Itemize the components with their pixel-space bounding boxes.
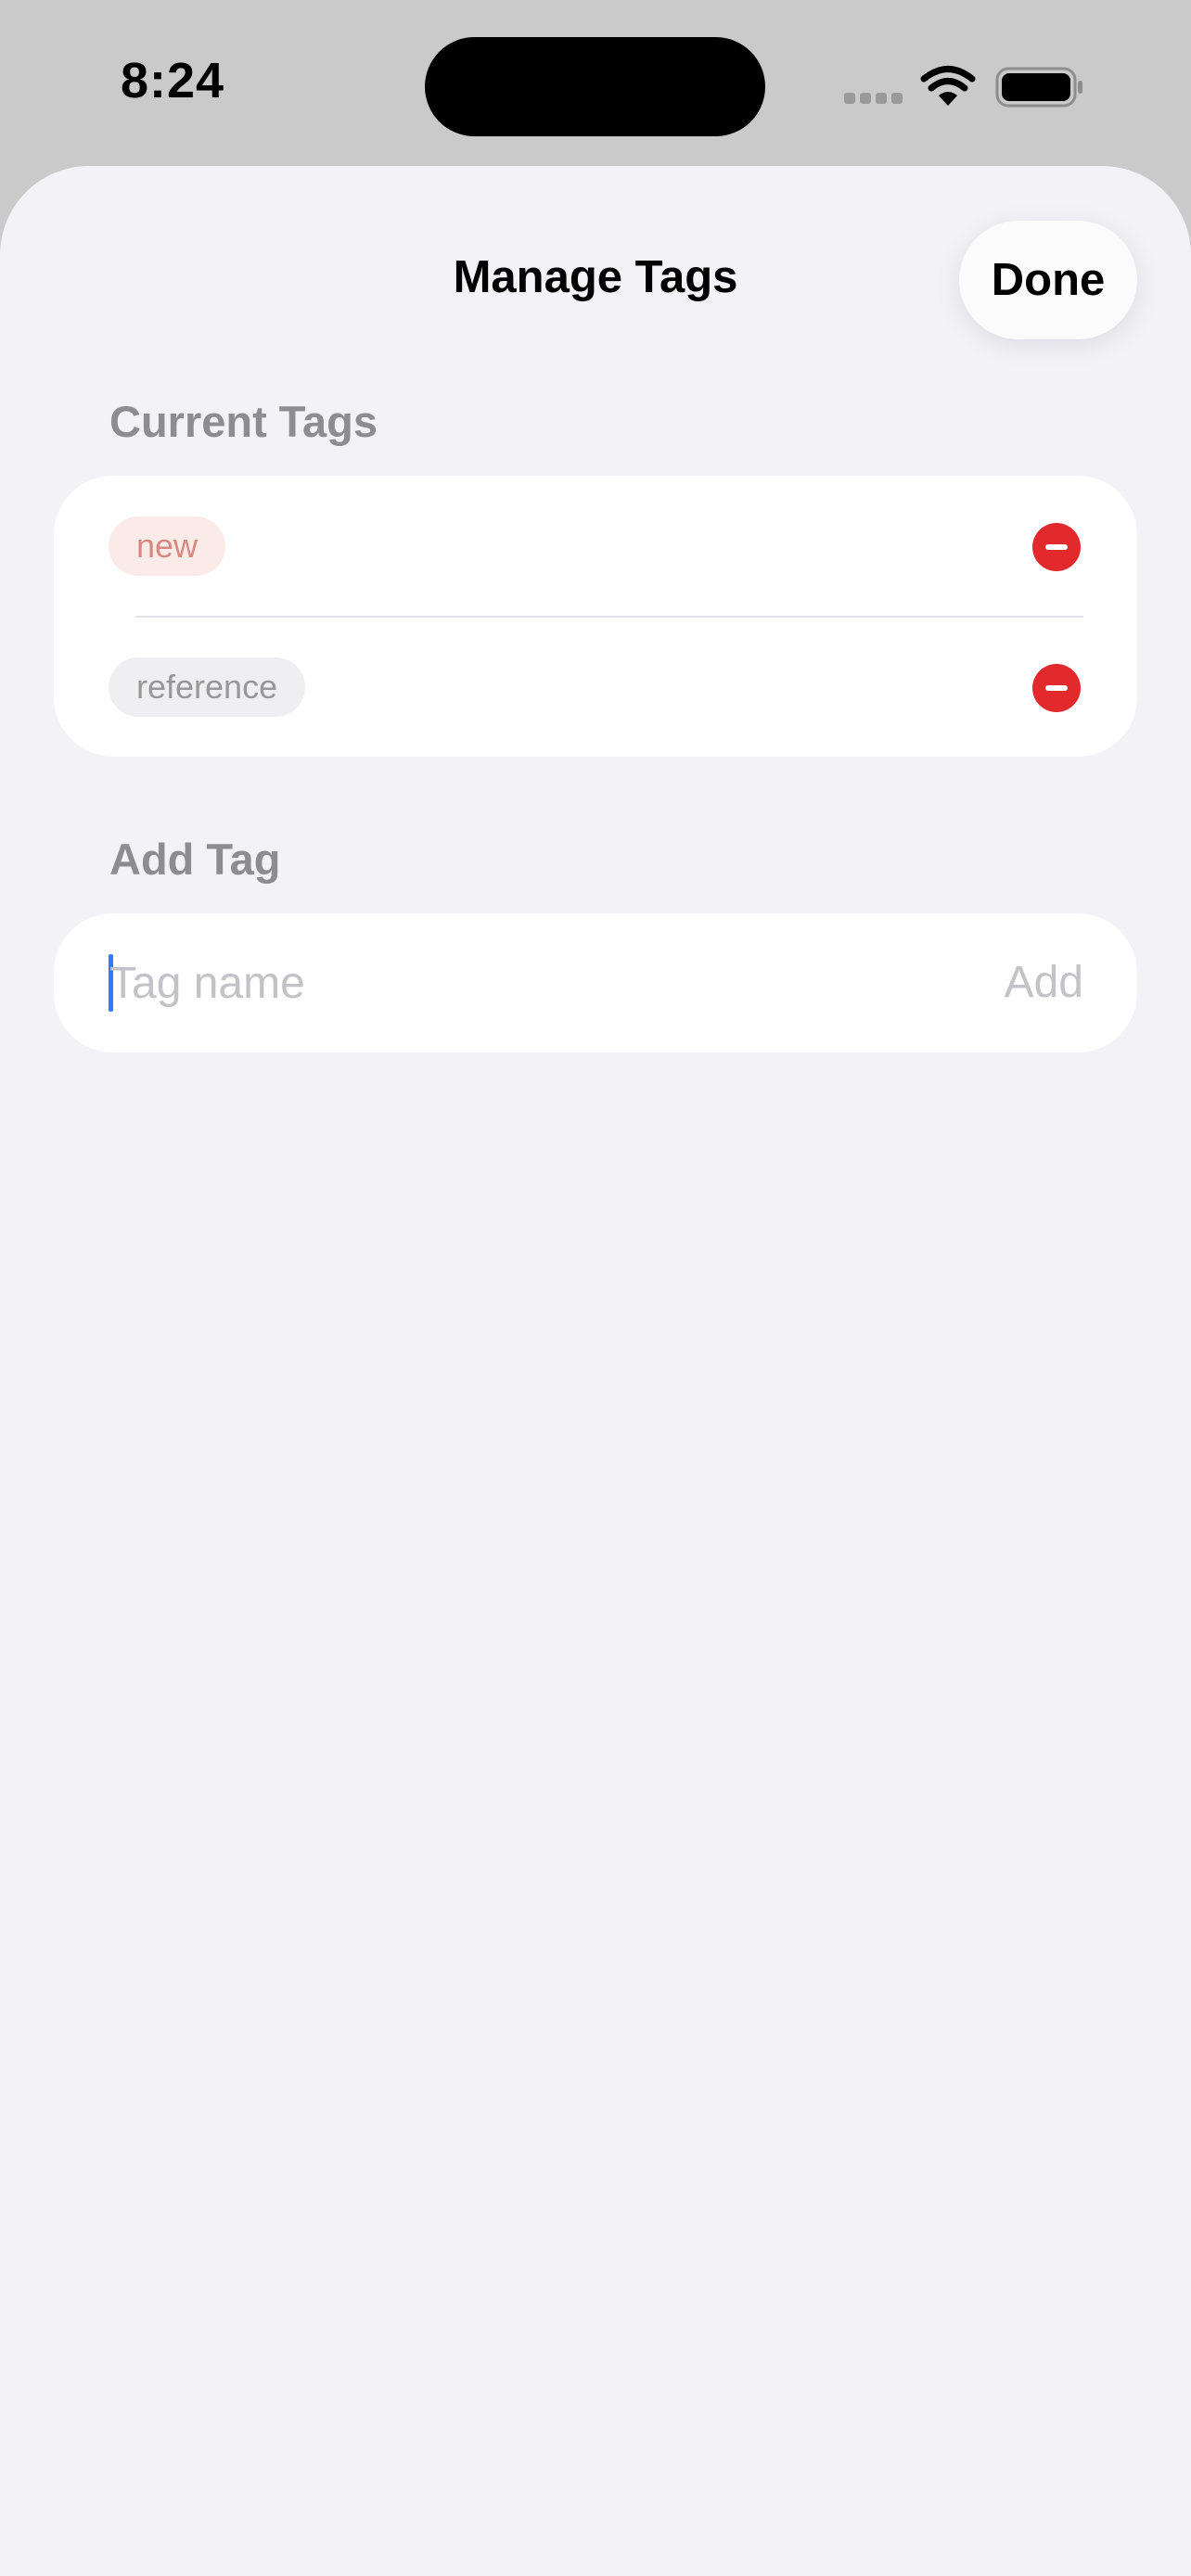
minus-circle-icon	[1045, 685, 1068, 691]
status-time: 8:24	[121, 53, 225, 108]
wifi-icon	[920, 66, 976, 106]
manage-tags-sheet: Manage Tags Done Current Tags new refere…	[0, 166, 1191, 2576]
remove-tag-button[interactable]	[1032, 664, 1081, 712]
remove-tag-button[interactable]	[1032, 523, 1081, 571]
add-tag-header: Add Tag	[109, 835, 281, 884]
add-tag-button[interactable]: Add	[1005, 948, 1083, 1018]
current-tags-list: new reference	[54, 476, 1137, 757]
cellular-signal-icon	[844, 93, 903, 106]
tag-chip-new: new	[109, 516, 226, 576]
tag-row: new	[54, 476, 1137, 617]
minus-circle-icon	[1045, 544, 1068, 550]
current-tags-header: Current Tags	[109, 397, 378, 446]
status-bar: 8:24	[0, 0, 1191, 167]
dynamic-island	[425, 37, 765, 136]
done-button[interactable]: Done	[959, 221, 1137, 339]
add-tag-field-card: Add	[54, 913, 1137, 1052]
sheet-title: Manage Tags	[453, 252, 738, 302]
tag-chip-reference: reference	[109, 657, 306, 717]
battery-full-icon	[995, 67, 1082, 108]
tag-row: reference	[54, 617, 1137, 758]
tag-name-input[interactable]	[109, 948, 852, 1018]
add-tag-row: Add	[54, 913, 1137, 1052]
